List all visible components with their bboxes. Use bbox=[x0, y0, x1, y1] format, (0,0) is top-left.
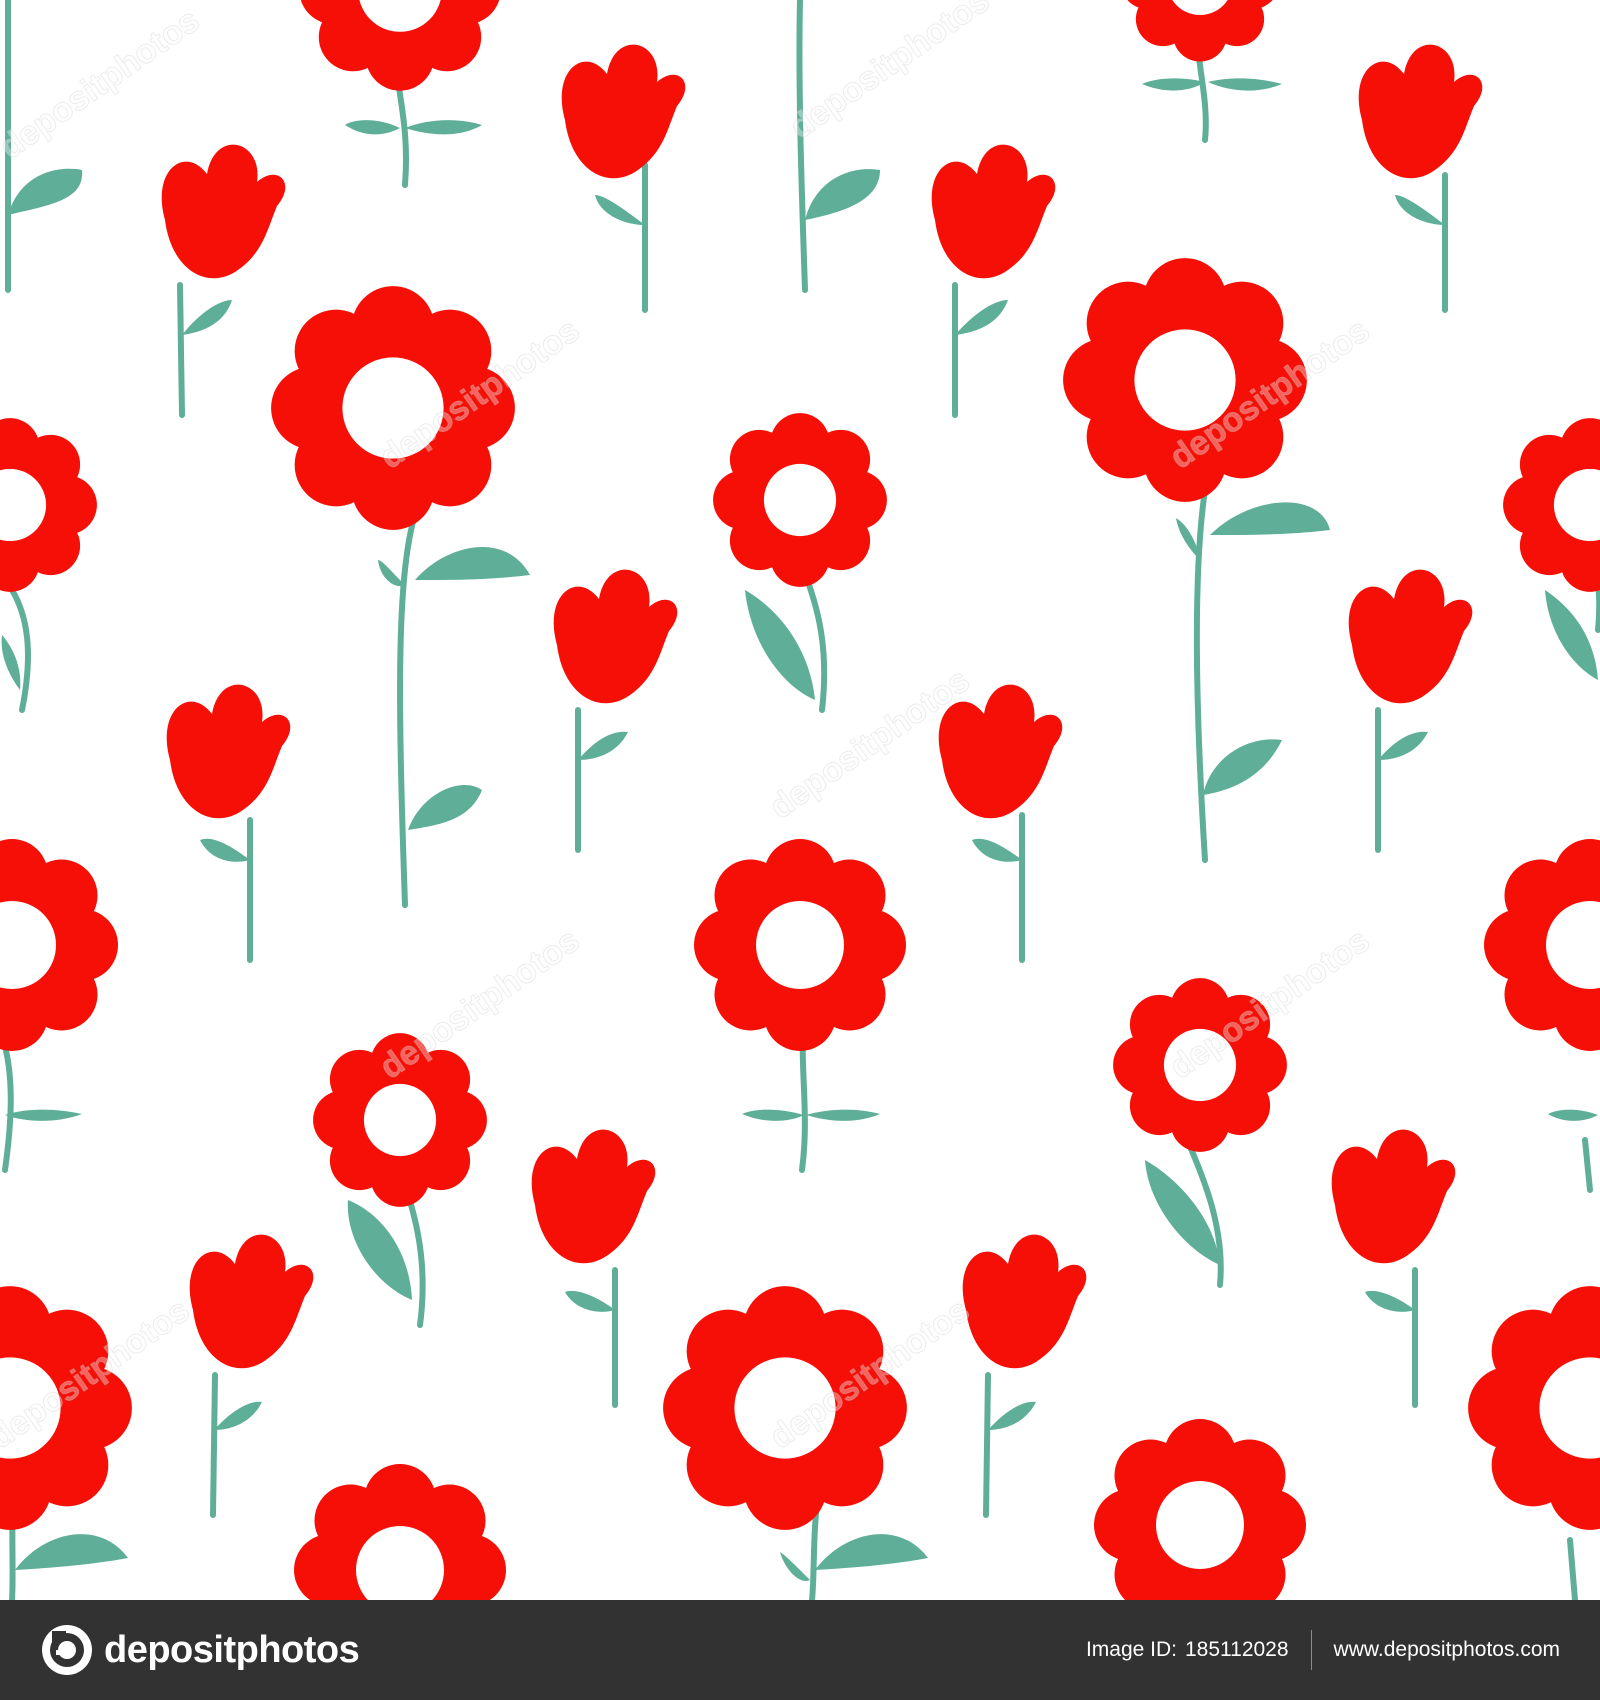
svg-text:depositphotos: depositphotos bbox=[0, 1, 206, 166]
svg-text:depositphotos: depositphotos bbox=[373, 921, 587, 1086]
meta-divider bbox=[1310, 1630, 1312, 1670]
svg-text:depositphotos: depositphotos bbox=[783, 0, 997, 147]
image-id-label: Image ID: bbox=[1085, 1638, 1177, 1661]
brand-name: depositphotos bbox=[104, 1628, 360, 1671]
image-meta: Image ID: 185112028 www.depositphotos.co… bbox=[1086, 1600, 1560, 1700]
image-id-value: 185112028 bbox=[1184, 1638, 1289, 1661]
site-link[interactable]: www.depositphotos.com bbox=[1334, 1638, 1560, 1662]
stock-image: depositphotos depositphotos depositphoto… bbox=[0, 0, 1600, 1700]
depositphotos-logo-icon bbox=[42, 1625, 92, 1675]
flower-pattern: depositphotos depositphotos depositphoto… bbox=[0, 0, 1600, 1600]
stock-footer-bar: depositphotos Image ID: 185112028 www.de… bbox=[0, 1600, 1600, 1700]
brand-logo[interactable]: depositphotos bbox=[40, 1622, 360, 1678]
